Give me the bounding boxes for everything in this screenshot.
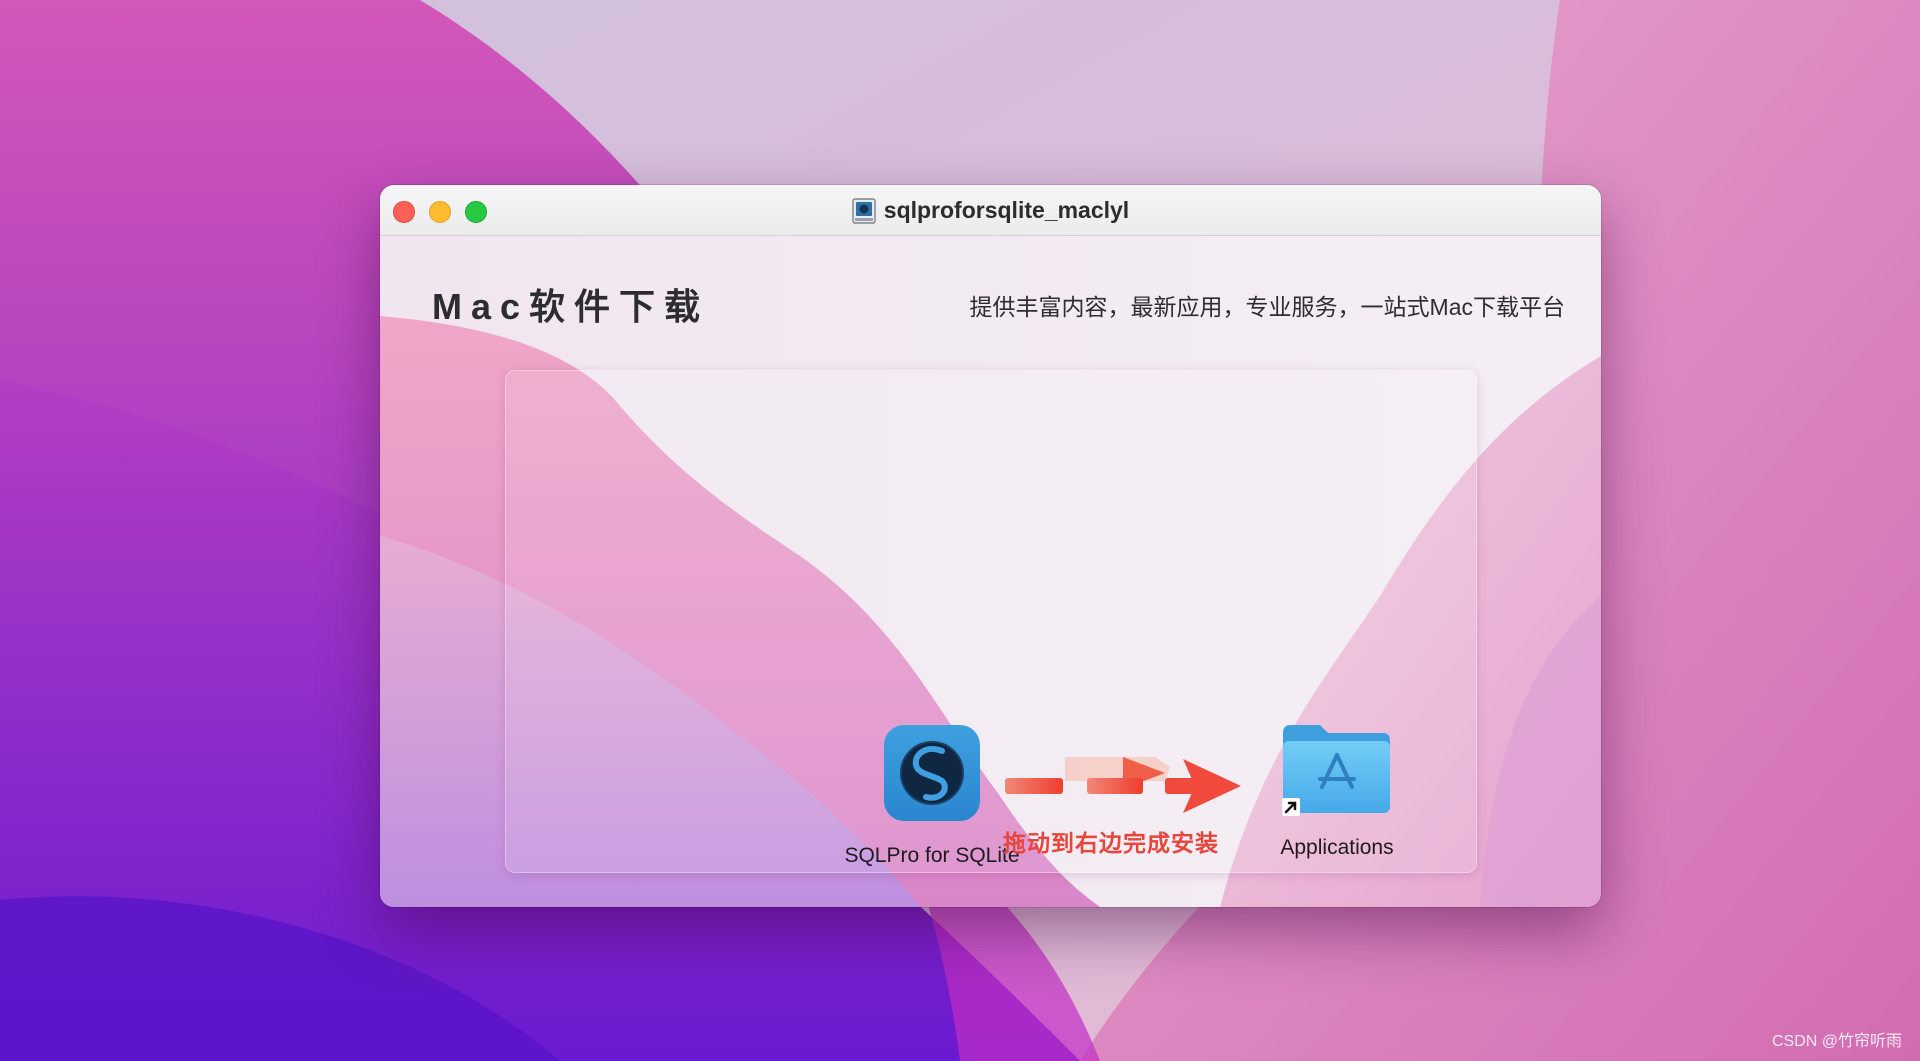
brand-tagline: 提供丰富内容，最新应用，专业服务，一站式Mac下载平台 <box>969 294 1565 320</box>
watermark: CSDN @竹帘听雨 <box>1771 1033 1902 1050</box>
drag-arrow-icon <box>1005 757 1241 813</box>
brand-title: Mac软件下载 <box>432 286 710 327</box>
window-title-group: sqlproforsqlite_maclyl <box>380 197 1601 224</box>
dmg-background: Mac软件下载 提供丰富内容，最新应用，专业服务，一站式Mac下载平台 SQLP… <box>380 236 1601 907</box>
window-title: sqlproforsqlite_maclyl <box>883 197 1130 223</box>
install-hint: 拖动到右边完成安装 <box>1003 830 1219 856</box>
sqlpro-app-icon[interactable] <box>884 725 980 821</box>
install-panel: SQLPro for SQLite 拖动到右边完成安装 Applications <box>505 370 1477 873</box>
applications-label: Applications <box>1280 836 1394 859</box>
disk-image-icon <box>852 197 876 224</box>
alias-arrow-icon <box>1282 798 1300 816</box>
finder-window: sqlproforsqlite_maclyl Mac软件下载 提供丰富内容，最新… <box>380 185 1601 907</box>
desktop: sqlproforsqlite_maclyl Mac软件下载 提供丰富内容，最新… <box>0 0 1920 1061</box>
title-bar[interactable]: sqlproforsqlite_maclyl <box>380 185 1601 236</box>
